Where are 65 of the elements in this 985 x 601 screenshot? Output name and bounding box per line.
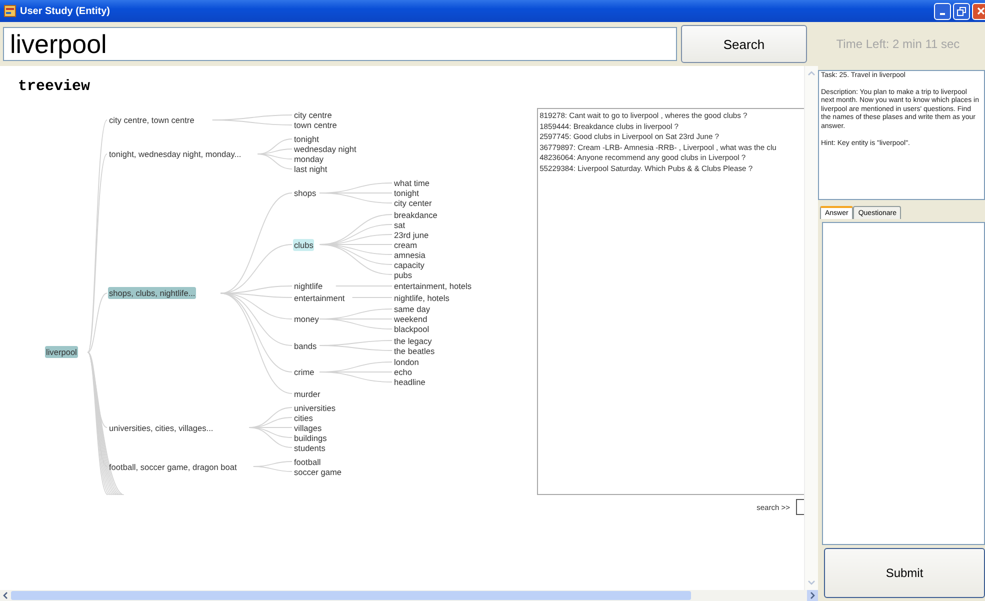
scroll-thumb[interactable] bbox=[11, 591, 691, 600]
tree-node[interactable]: soccer game bbox=[293, 466, 342, 478]
tree-node[interactable]: shops bbox=[293, 187, 318, 199]
tree-node[interactable]: buildings bbox=[293, 432, 328, 444]
tree-node[interactable]: tonight bbox=[393, 187, 420, 199]
tree-node[interactable]: crime bbox=[293, 366, 316, 378]
tree-node[interactable]: same day bbox=[393, 303, 431, 315]
tree-node[interactable]: blackpool bbox=[393, 323, 430, 335]
tree-node[interactable]: city centre, town centre bbox=[108, 114, 196, 126]
answer-field[interactable] bbox=[822, 222, 985, 545]
tree-node[interactable]: monday bbox=[293, 153, 325, 165]
close-button[interactable] bbox=[972, 2, 985, 20]
tree-node[interactable]: city centre bbox=[293, 109, 333, 121]
restore-button[interactable] bbox=[953, 2, 970, 20]
restore-icon bbox=[957, 6, 966, 16]
tree-node[interactable]: nightlife, hotels bbox=[393, 292, 450, 304]
search-input[interactable] bbox=[796, 499, 804, 515]
tree-node[interactable]: universities bbox=[293, 402, 337, 414]
tree-node[interactable]: town centre bbox=[293, 119, 338, 131]
close-icon bbox=[976, 7, 984, 15]
submit-button[interactable]: Submit bbox=[824, 548, 985, 598]
tree-node[interactable]: clubs bbox=[293, 238, 314, 250]
tree-node[interactable]: city center bbox=[393, 197, 433, 209]
tree-node[interactable]: villages bbox=[293, 422, 323, 434]
window-title: User Study (Entity) bbox=[20, 6, 112, 16]
tree-node[interactable]: pubs bbox=[393, 268, 413, 280]
tree-node[interactable]: cities bbox=[293, 412, 314, 424]
tree-node[interactable]: what time bbox=[393, 177, 431, 189]
tree-node[interactable]: headline bbox=[393, 376, 426, 388]
tree-node[interactable]: bands bbox=[293, 340, 318, 352]
tree-node[interactable]: murder bbox=[293, 388, 322, 400]
tree-node[interactable]: students bbox=[293, 442, 326, 454]
tree-node[interactable]: tonight bbox=[293, 133, 320, 145]
treeview-heading: treeview bbox=[17, 77, 92, 97]
tree-node[interactable]: liverpool bbox=[45, 346, 78, 358]
tree-node[interactable]: tonight, wednesday night, monday... bbox=[108, 148, 242, 160]
tree-node[interactable]: cream bbox=[393, 238, 418, 250]
tree-node[interactable]: amnesia bbox=[393, 248, 426, 260]
tree-node[interactable]: weekend bbox=[393, 313, 428, 325]
tree-node[interactable]: last night bbox=[293, 163, 328, 175]
time-left-label: Time Left: 2 min 11 sec bbox=[835, 37, 961, 51]
tree-node[interactable]: football bbox=[293, 456, 322, 468]
vertical-scrollbar[interactable] bbox=[804, 66, 818, 590]
tree-node[interactable]: london bbox=[393, 356, 420, 368]
search-field[interactable]: liverpool bbox=[3, 27, 677, 61]
minimize-button[interactable] bbox=[934, 2, 951, 20]
tree-node[interactable]: echo bbox=[393, 366, 413, 378]
app-icon bbox=[4, 5, 16, 17]
tree-node[interactable]: sat bbox=[393, 218, 406, 230]
tree-node[interactable]: universities, cities, villages... bbox=[108, 422, 214, 434]
tree-node[interactable]: shops, clubs, nightlife... bbox=[108, 287, 196, 300]
tree-node[interactable]: 23rd june bbox=[393, 228, 430, 240]
tree-node[interactable]: capacity bbox=[393, 258, 426, 270]
search-button[interactable]: Search bbox=[681, 25, 807, 63]
tree-node[interactable]: entertainment, hotels bbox=[393, 280, 472, 292]
tree-node[interactable]: entertainment bbox=[293, 292, 346, 304]
tree-node[interactable]: nightlife bbox=[293, 280, 324, 292]
tree-node[interactable]: the beatles bbox=[393, 344, 436, 356]
tree-node[interactable]: wednesday night bbox=[293, 143, 358, 155]
tree-node[interactable]: football, soccer game, dragon boat bbox=[108, 460, 238, 472]
tree-node[interactable]: money bbox=[293, 313, 320, 325]
scroll-right-icon bbox=[807, 590, 818, 601]
tree-node[interactable]: the legacy bbox=[393, 334, 433, 346]
horizontal-scrollbar[interactable] bbox=[0, 590, 818, 601]
tree-node[interactable]: breakdance bbox=[393, 208, 438, 220]
